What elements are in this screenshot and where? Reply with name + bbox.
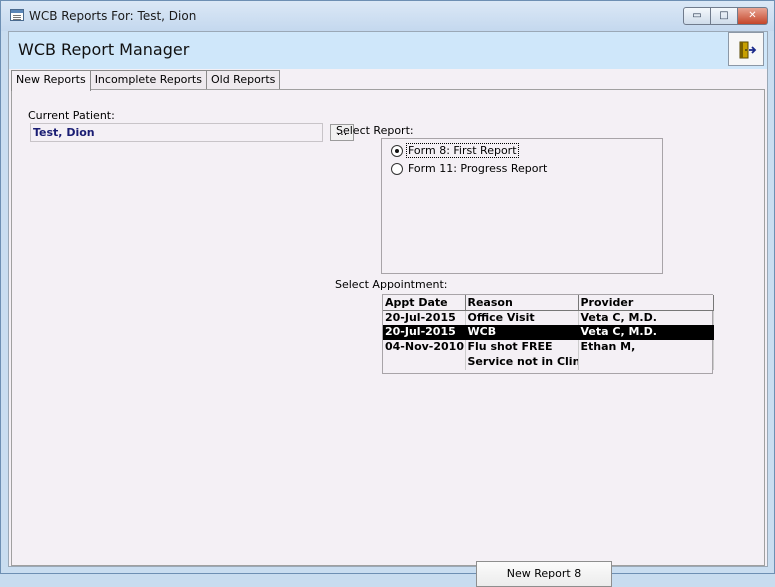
radio-form-8-label: Form 8: First Report (406, 143, 519, 158)
current-patient-field[interactable]: Test, Dion (30, 123, 323, 142)
appt-date-cell (383, 355, 466, 370)
appt-reason-cell: Office Visit (465, 310, 579, 325)
page-title: WCB Report Manager (18, 40, 190, 59)
column-provider[interactable]: Provider (578, 295, 714, 311)
tab-incomplete-reports[interactable]: Incomplete Reports (89, 70, 207, 90)
appt-reason-cell: Flu shot FREE (465, 340, 579, 355)
tab-new-reports[interactable]: New Reports (11, 70, 91, 91)
current-patient-label: Current Patient: (28, 109, 115, 122)
form-client-area: WCB Report Manager New Reports Incomplet… (8, 31, 768, 587)
table-row[interactable]: 04-Nov-2010 Flu shot FREE Ethan M, (383, 340, 714, 355)
exit-button[interactable] (728, 32, 764, 66)
exit-door-icon (739, 41, 757, 59)
new-reports-panel: Current Patient: Test, Dion ... Select R… (11, 89, 765, 587)
appt-provider-cell: Veta C, M.D. (578, 310, 714, 325)
close-button[interactable]: ✕ (738, 7, 768, 25)
appt-date-cell: 04-Nov-2010 (383, 340, 466, 355)
appt-date-cell: 20-Jul-2015 (383, 310, 466, 325)
radio-form-8[interactable]: Form 8: First Report (391, 143, 519, 158)
appt-provider-cell (578, 355, 714, 370)
app-window: WCB Reports For: Test, Dion ▭ □ ✕ WCB Re… (0, 0, 775, 587)
table-row[interactable]: Service not in Clinic (383, 355, 714, 370)
minimize-icon: ▭ (692, 10, 702, 21)
maximize-button[interactable]: □ (711, 7, 738, 25)
appointment-list[interactable]: Appt Date Reason Provider 20-Jul-2015 Of… (382, 294, 714, 374)
appt-reason-cell: WCB (465, 325, 579, 340)
tab-old-reports[interactable]: Old Reports (205, 70, 281, 90)
window-title: WCB Reports For: Test, Dion (29, 9, 197, 23)
select-report-label: Select Report: (336, 124, 414, 137)
table-row[interactable]: 20-Jul-2015 Office Visit Veta C, M.D. (383, 310, 714, 325)
radio-checked-icon (391, 144, 403, 157)
radio-unchecked-icon (391, 162, 403, 175)
column-appt-date[interactable]: Appt Date (383, 295, 466, 311)
window-controls: ▭ □ ✕ (683, 7, 768, 25)
appt-provider-cell: Ethan M, (578, 340, 714, 355)
maximize-icon: □ (719, 10, 729, 21)
radio-form-11[interactable]: Form 11: Progress Report (391, 161, 548, 176)
appt-date-cell: 20-Jul-2015 (383, 325, 466, 340)
radio-form-11-label: Form 11: Progress Report (408, 162, 548, 175)
column-reason[interactable]: Reason (465, 295, 579, 311)
minimize-button[interactable]: ▭ (683, 7, 711, 25)
form-window-icon (10, 9, 24, 21)
report-option-group: Form 8: First Report Form 11: Progress R… (381, 138, 663, 274)
select-appointment-label: Select Appointment: (335, 278, 448, 291)
close-icon: ✕ (748, 10, 757, 21)
title-bar: WCB Reports For: Test, Dion ▭ □ ✕ (1, 1, 774, 31)
tab-strip: New Reports Incomplete Reports Old Repor… (11, 70, 281, 91)
appt-reason-cell: Service not in Clinic (465, 355, 579, 370)
table-header-row: Appt Date Reason Provider (383, 295, 714, 311)
new-report-button[interactable]: New Report 8 (476, 561, 612, 587)
table-row-selected[interactable]: 20-Jul-2015 WCB Veta C, M.D. (383, 325, 714, 340)
form-header: WCB Report Manager (9, 32, 767, 69)
appt-provider-cell: Veta C, M.D. (578, 325, 714, 340)
